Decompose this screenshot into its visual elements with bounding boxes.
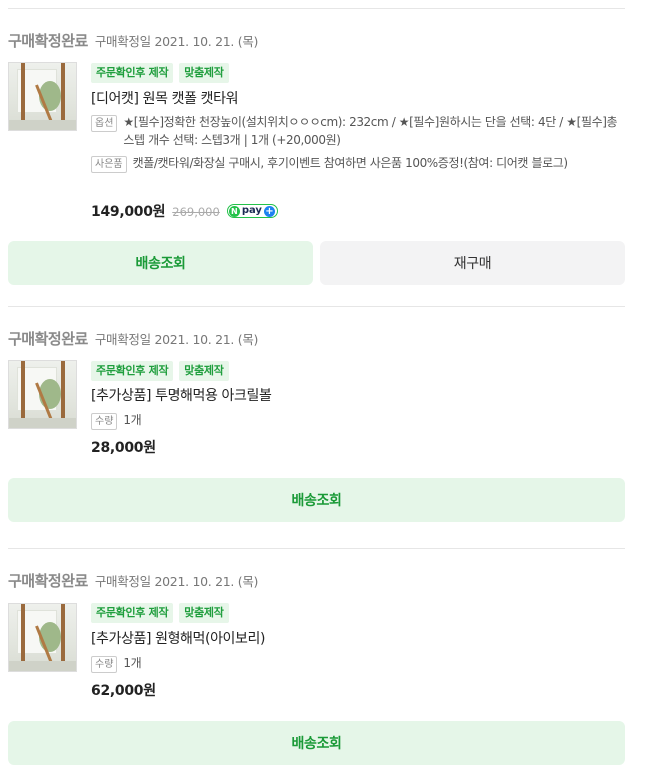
price-row: 28,000원 (91, 437, 156, 457)
price-row: 62,000원 (91, 680, 156, 700)
gift-row: 사은품 캣폴/캣타워/화장실 구매시, 후기이벤트 참여하면 사은품 100%증… (91, 154, 626, 173)
npay-label: pay (241, 205, 262, 216)
top-divider (8, 8, 625, 9)
quantity-label: 수량 (91, 656, 118, 673)
quantity-row: 수량 1개 (91, 411, 626, 430)
price: 149,000원 (91, 204, 166, 220)
confirm-date: 구매확정일 2021. 10. 21. (목) (94, 332, 259, 347)
price: 62,000원 (91, 683, 156, 699)
order-status-row: 구매확정완료 구매확정일 2021. 10. 21. (목) (8, 328, 258, 352)
product-title[interactable]: [추가상품] 원형해먹(아이보리) (91, 628, 265, 648)
reorder-button[interactable]: 재구매 (320, 241, 625, 285)
confirm-date: 구매확정일 2021. 10. 21. (목) (94, 34, 259, 49)
order-status: 구매확정완료 (8, 32, 88, 50)
price-row: 149,000원 269,000 Npay + (91, 201, 278, 221)
quantity-label: 수량 (91, 413, 118, 430)
original-price: 269,000 (172, 205, 220, 219)
npay-badge: Npay + (226, 204, 278, 218)
delivery-tracking-button[interactable]: 배송조회 (8, 241, 313, 285)
custom-made-tag: 맞춤제작 (179, 361, 229, 381)
product-title[interactable]: [디어캣] 원목 캣폴 캣타워 (91, 88, 238, 108)
made-to-order-tag: 주문확인후 제작 (91, 63, 174, 83)
order-item: 구매확정완료 구매확정일 2021. 10. 21. (목) 주문확인후 제작 … (0, 30, 646, 290)
option-label: 옵션 (91, 115, 118, 132)
order-status: 구매확정완료 (8, 330, 88, 348)
quantity-value: 1개 (123, 656, 142, 670)
order-status-row: 구매확정완료 구매확정일 2021. 10. 21. (목) (8, 30, 258, 54)
quantity-value: 1개 (123, 413, 142, 427)
made-to-order-tag: 주문확인후 제작 (91, 361, 174, 381)
order-item: 구매확정완료 구매확정일 2021. 10. 21. (목) 주문확인후 제작 … (0, 328, 646, 528)
gift-text: 캣폴/캣타워/화장실 구매시, 후기이벤트 참여하면 사은품 100%증정!(참… (132, 156, 568, 170)
delivery-tracking-button[interactable]: 배송조회 (8, 721, 625, 765)
price: 28,000원 (91, 440, 156, 456)
quantity-row: 수량 1개 (91, 654, 626, 673)
product-tags: 주문확인후 제작 맞춤제작 (91, 361, 229, 381)
order-status: 구매확정완료 (8, 572, 88, 590)
product-tags: 주문확인후 제작 맞춤제작 (91, 63, 229, 83)
option-row: 옵션 ★[필수]정확한 천장높이(설치위치ㅇㅇㅇcm): 232cm / ★[필… (91, 113, 626, 149)
made-to-order-tag: 주문확인후 제작 (91, 603, 174, 623)
custom-made-tag: 맞춤제작 (179, 63, 229, 83)
option-text: ★[필수]정확한 천장높이(설치위치ㅇㅇㅇcm): 232cm / ★[필수]원… (123, 115, 618, 147)
product-thumbnail[interactable] (8, 360, 77, 429)
gift-label: 사은품 (91, 156, 127, 173)
confirm-date: 구매확정일 2021. 10. 21. (목) (94, 574, 259, 589)
naver-n-icon: N (228, 205, 240, 217)
order-item: 구매확정완료 구매확정일 2021. 10. 21. (목) 주문확인후 제작 … (0, 570, 646, 770)
order-status-row: 구매확정완료 구매확정일 2021. 10. 21. (목) (8, 570, 258, 594)
custom-made-tag: 맞춤제작 (179, 603, 229, 623)
plus-icon: + (263, 205, 275, 217)
delivery-tracking-button[interactable]: 배송조회 (8, 478, 625, 522)
product-thumbnail[interactable] (8, 62, 77, 131)
product-tags: 주문확인후 제작 맞춤제작 (91, 603, 229, 623)
product-thumbnail[interactable] (8, 603, 77, 672)
product-title[interactable]: [추가상품] 투명해먹용 아크릴볼 (91, 385, 272, 405)
order-divider (8, 306, 625, 307)
order-divider (8, 548, 625, 549)
